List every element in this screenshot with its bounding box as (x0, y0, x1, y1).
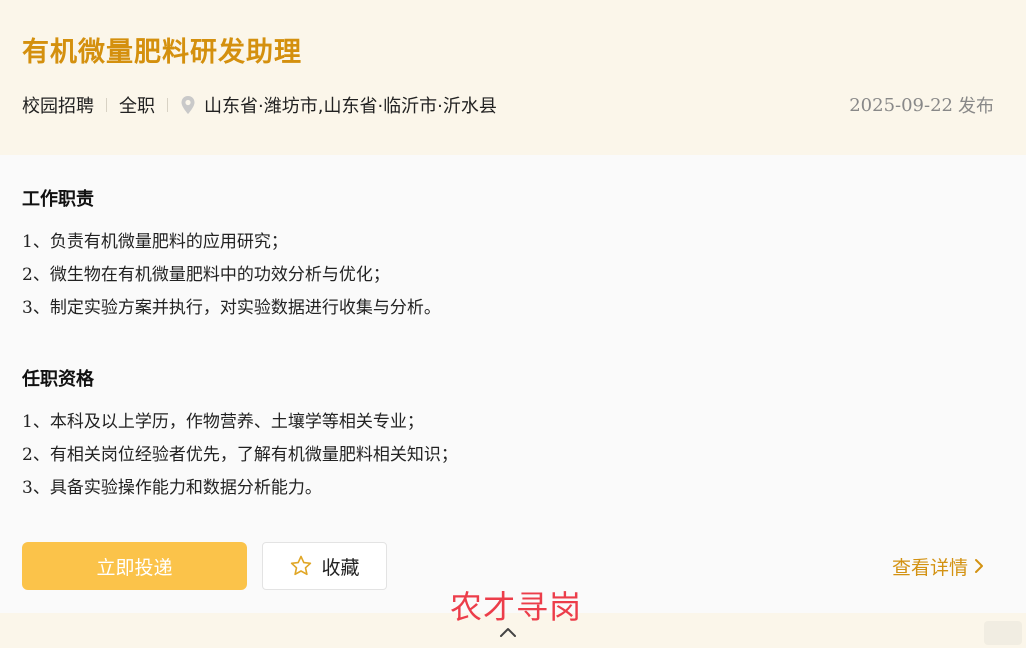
list-item: 2 、有相关岗位经验者优先，了解有机微量肥料相关知识； (22, 445, 458, 465)
list-item: 3 、具备实验操作能力和数据分析能力。 (22, 478, 322, 498)
requirements-title: 任职资格 (22, 369, 94, 390)
job-title: 有机微量肥料研发助理 (22, 37, 302, 68)
star-outline-icon (291, 555, 312, 576)
apply-button[interactable]: 立即投递 (22, 542, 247, 590)
list-item: 3 、制定实验方案并执行，对实验数据进行收集与分析。 (22, 298, 441, 318)
watermark-text: 农才寻岗 (450, 588, 583, 626)
favorite-button[interactable]: 收藏 (262, 542, 387, 590)
job-meta: 校园招聘 全职 山东省·潍坊市,山东省·临沂市·沂水县 (22, 92, 497, 118)
apply-button-label: 立即投递 (96, 556, 173, 579)
favorite-button-label: 收藏 (321, 556, 360, 579)
meta-divider (106, 98, 107, 112)
corner-widget (984, 621, 1022, 645)
list-item: 2 、微生物在有机微量肥料中的功效分析与优化； (22, 265, 390, 285)
job-body: 工作职责 1 、负责有机微量肥料的应用研究； 2 、微生物在有机微量肥料中的功效分析… (0, 155, 1026, 613)
publish-date-suffix: 发布 (958, 96, 994, 117)
publish-date-value: 2025-09-22 (849, 94, 953, 116)
chevron-right-icon (975, 559, 983, 573)
employment-type: 全职 (119, 96, 155, 117)
list-item: 1 、本科及以上学历，作物营养、土壤学等相关专业； (22, 412, 424, 432)
map-pin-icon (180, 95, 196, 115)
view-details-link[interactable]: 查看详情 (892, 552, 984, 580)
requirements-list: 1 、本科及以上学历，作物营养、土壤学等相关专业； 2 、有相关岗位经验者优先，了解… (22, 406, 458, 505)
job-header: 有机微量肥料研发助理 校园招聘 全职 山东省·潍坊市,山东省·临沂市·沂水县 2… (0, 0, 1026, 155)
recruit-type: 校园招聘 (22, 96, 94, 117)
duties-list: 1 、负责有机微量肥料的应用研究； 2 、微生物在有机微量肥料中的功效分析与优化； … (22, 226, 441, 325)
view-details-label: 查看详情 (891, 556, 968, 579)
meta-divider (167, 98, 168, 112)
duties-title: 工作职责 (22, 189, 94, 210)
list-item: 1 、负责有机微量肥料的应用研究； (22, 232, 288, 252)
publish-date: 2025-09-22 发布 (849, 92, 994, 118)
job-location: 山东省·潍坊市,山东省·临沂市·沂水县 (204, 96, 497, 117)
chevron-up-icon[interactable] (498, 624, 518, 643)
